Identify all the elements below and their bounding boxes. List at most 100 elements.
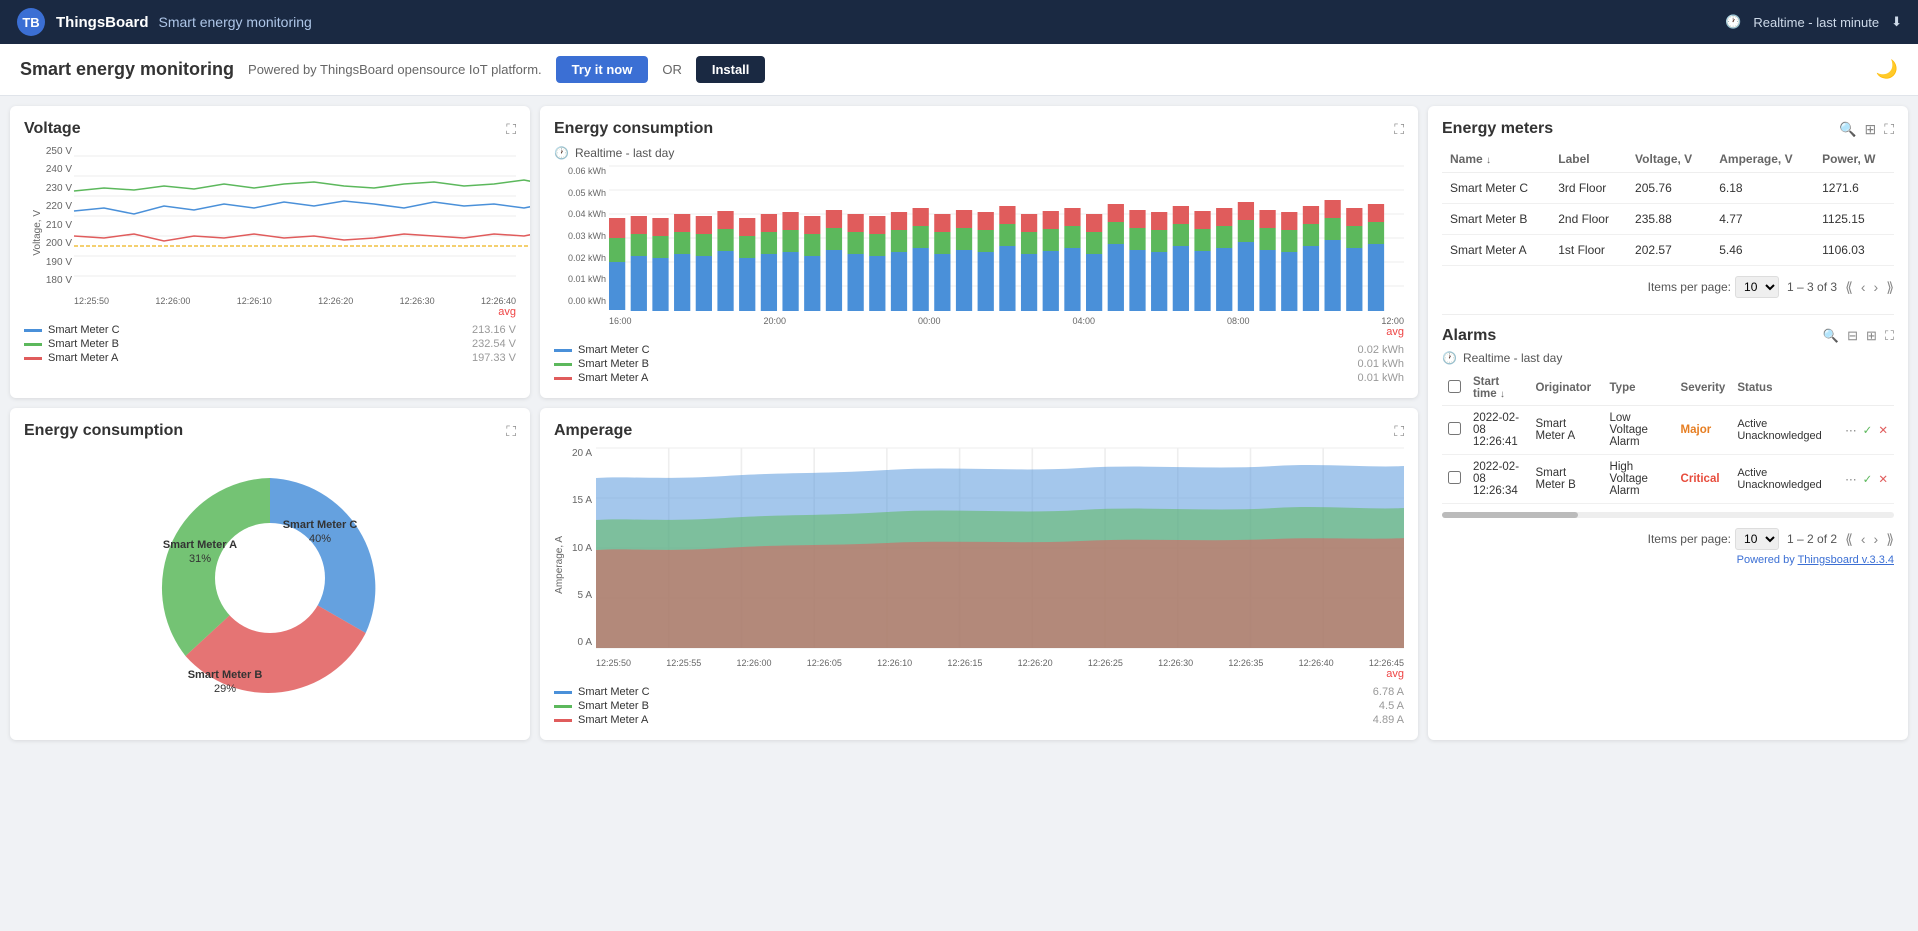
svg-text:40%: 40% <box>309 533 331 545</box>
alarm-ack-icon-1[interactable]: ✓ <box>1863 423 1873 437</box>
legend-color-b <box>24 343 42 346</box>
alarms-first-page[interactable]: ⟪ <box>1845 531 1853 548</box>
alarms-table: Start time ↓ Originator Type Severity St… <box>1442 371 1894 504</box>
last-page-btn[interactable]: ⟫ <box>1886 279 1894 296</box>
energy-top-x-labels: 16:0020:0000:0004:0008:0012:00 <box>609 316 1404 326</box>
alarm-select-all[interactable] <box>1448 380 1461 393</box>
alarm-clear-icon-2[interactable]: ✕ <box>1878 472 1888 486</box>
alarm-originator-1: Smart Meter A <box>1529 406 1603 455</box>
brand-name: ThingsBoard <box>56 14 149 31</box>
next-page-btn[interactable]: › <box>1874 279 1879 295</box>
expand-icon-energy-top[interactable]: ⛶ <box>1394 121 1404 138</box>
clock-icon-alarms: 🕐 <box>1442 351 1457 365</box>
meter-power: 1125.15 <box>1814 204 1894 235</box>
expand-icon-alarms[interactable]: ⛶ <box>1885 328 1894 344</box>
items-per-page-select[interactable]: 102550 <box>1735 276 1779 298</box>
columns-icon-alarms[interactable]: ⊞ <box>1866 328 1877 344</box>
legend-item-c: Smart Meter C 213.16 V <box>24 324 516 336</box>
alarms-section: Alarms 🔍 ⊟ ⊞ ⛶ 🕐 Realtime - last day Sta… <box>1442 314 1894 566</box>
expand-icon-meters[interactable]: ⛶ <box>1884 121 1894 138</box>
alarms-next-page[interactable]: › <box>1874 531 1879 547</box>
energy-top-avg: avg <box>554 326 1404 338</box>
legend-name-b: Smart Meter B <box>48 338 119 350</box>
alarms-last-page[interactable]: ⟫ <box>1886 531 1894 548</box>
amp-legend-c: Smart Meter C 6.78 A <box>554 686 1404 698</box>
pie-header: Energy consumption ⛶ <box>24 422 516 440</box>
alarm-actions-1: ⋯ ✓ ✕ <box>1845 423 1888 437</box>
meter-power: 1106.03 <box>1814 235 1894 266</box>
alarm-more-icon-2[interactable]: ⋯ <box>1845 472 1857 486</box>
thingsboard-link[interactable]: Thingsboard v.3.3.4 <box>1798 554 1894 566</box>
alarms-scrollbar[interactable] <box>1442 512 1894 518</box>
search-icon-alarms[interactable]: 🔍 <box>1823 328 1839 344</box>
columns-icon-meters[interactable]: ⊞ <box>1864 121 1876 138</box>
prev-page-btn[interactable]: ‹ <box>1861 279 1866 295</box>
energy-bar-svg <box>609 166 1404 311</box>
elb-color <box>554 363 572 366</box>
alarm-col-status[interactable]: Status <box>1731 371 1839 406</box>
meter-voltage: 202.57 <box>1627 235 1711 266</box>
amperage-avg-label: avg <box>554 668 1404 680</box>
col-amperage[interactable]: Amperage, V <box>1711 146 1814 173</box>
alarm-checkbox-2[interactable] <box>1448 471 1461 484</box>
alarm-col-severity[interactable]: Severity <box>1675 371 1732 406</box>
meters-icons: 🔍 ⊞ ⛶ <box>1839 121 1894 138</box>
energy-consumption-top-panel: Energy consumption ⛶ 🕐 Realtime - last d… <box>540 106 1418 398</box>
voltage-x-labels: 12:25:5012:26:0012:26:1012:26:2012:26:30… <box>74 296 516 306</box>
alarm-severity-1: Major <box>1675 406 1732 455</box>
items-per-page-label: Items per page: <box>1648 280 1731 294</box>
alarms-prev-page[interactable]: ‹ <box>1861 531 1866 547</box>
alarm-col-originator[interactable]: Originator <box>1529 371 1603 406</box>
voltage-panel-header: Voltage ⛶ <box>24 120 516 138</box>
col-voltage[interactable]: Voltage, V <box>1627 146 1711 173</box>
col-name[interactable]: Name ↓ <box>1442 146 1550 173</box>
thingsboard-logo: TB <box>16 7 46 37</box>
alarms-header: Alarms 🔍 ⊟ ⊞ ⛶ <box>1442 327 1894 345</box>
svg-text:29%: 29% <box>214 683 236 695</box>
svg-text:TB: TB <box>22 15 39 30</box>
clock-icon-energy: 🕐 <box>554 146 569 160</box>
amperage-header: Amperage ⛶ <box>554 422 1404 440</box>
energy-bar-chart: 0.06 kWh0.05 kWh0.04 kWh0.03 kWh0.02 kWh… <box>554 166 1404 326</box>
download-icon[interactable]: ⬇ <box>1891 14 1902 30</box>
col-power[interactable]: Power, W <box>1814 146 1894 173</box>
voltage-legend: Smart Meter C 213.16 V Smart Meter B 232… <box>24 324 516 364</box>
energy-legend-c: Smart Meter C 0.02 kWh <box>554 344 1404 356</box>
alarm-type-1: Low Voltage Alarm <box>1604 406 1675 455</box>
expand-icon[interactable]: ⛶ <box>506 121 516 138</box>
table-row: Smart Meter A 1st Floor 202.57 5.46 1106… <box>1442 235 1894 266</box>
legend-name-c: Smart Meter C <box>48 324 120 336</box>
svg-text:31%: 31% <box>189 553 211 565</box>
alarms-title: Alarms <box>1442 327 1496 345</box>
realtime-label: Realtime - last minute <box>1753 15 1879 30</box>
install-button[interactable]: Install <box>696 56 766 83</box>
alarm-checkbox-1[interactable] <box>1448 422 1461 435</box>
alarm-ack-icon-2[interactable]: ✓ <box>1863 472 1873 486</box>
search-icon-meters[interactable]: 🔍 <box>1839 121 1856 138</box>
alarm-col-type[interactable]: Type <box>1604 371 1675 406</box>
table-row: Smart Meter B 2nd Floor 235.88 4.77 1125… <box>1442 204 1894 235</box>
alarm-clear-icon-1[interactable]: ✕ <box>1878 423 1888 437</box>
try-it-now-button[interactable]: Try it now <box>556 56 649 83</box>
meter-name: Smart Meter B <box>1442 204 1550 235</box>
dark-mode-icon[interactable]: 🌙 <box>1876 59 1898 80</box>
ela-color <box>554 377 572 380</box>
first-page-btn[interactable]: ⟪ <box>1845 279 1853 296</box>
energy-y-labels: 0.06 kWh0.05 kWh0.04 kWh0.03 kWh0.02 kWh… <box>554 166 606 306</box>
meter-voltage: 235.88 <box>1627 204 1711 235</box>
dashboard-subtitle: Powered by ThingsBoard opensource IoT pl… <box>248 62 542 77</box>
expand-icon-amperage[interactable]: ⛶ <box>1394 423 1404 440</box>
elc-color <box>554 349 572 352</box>
alarm-more-icon-1[interactable]: ⋯ <box>1845 423 1857 437</box>
amperage-x-labels: 12:25:5012:25:5512:26:0012:26:0512:26:10… <box>596 658 1404 668</box>
alarms-items-per-page: Items per page: 1025 <box>1648 528 1779 550</box>
alarm-col-starttime[interactable]: Start time ↓ <box>1467 371 1529 406</box>
alarms-per-page-select[interactable]: 1025 <box>1735 528 1779 550</box>
col-label[interactable]: Label <box>1550 146 1627 173</box>
alarms-per-page-label: Items per page: <box>1648 532 1731 546</box>
expand-icon-pie[interactable]: ⛶ <box>506 423 516 440</box>
filter-icon-alarms[interactable]: ⊟ <box>1847 328 1858 344</box>
headerbar-left: Smart energy monitoring Powered by Thing… <box>20 56 765 83</box>
alarms-realtime-label: Realtime - last day <box>1463 351 1562 365</box>
alarms-pagination: Items per page: 1025 1 – 2 of 2 ⟪ ‹ › ⟫ <box>1442 528 1894 550</box>
